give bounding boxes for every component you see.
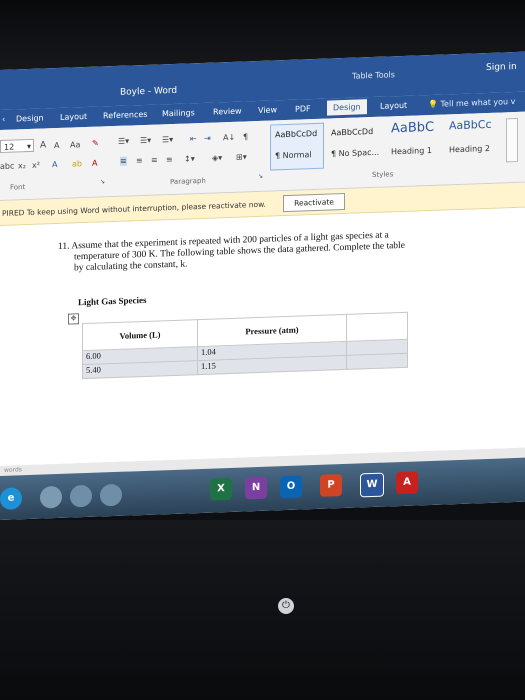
infobar-message: PIRED To keep using Word without interru… [2,199,266,218]
pilcrow-icon[interactable]: ¶ [243,132,248,141]
tell-me-search[interactable]: 💡 Tell me what you v [428,97,515,109]
sort-icon[interactable]: A↓ [223,133,235,142]
superscript-icon[interactable]: x² [32,161,40,170]
strikethrough-icon[interactable]: abc [0,161,14,171]
chevron-down-icon: ▾ [26,141,31,152]
onenote-icon[interactable]: N [245,476,267,500]
outlook-glyph: O [286,480,296,492]
font-size-select[interactable]: 12 ▾ [0,138,34,153]
shrink-font-icon[interactable]: A [54,141,59,150]
justify-icon[interactable]: ≡ [166,155,173,164]
lightbulb-icon: 💡 [428,99,438,110]
borders-icon[interactable]: ⊞▾ [236,152,247,161]
document-page[interactable]: 11. Assume that the experiment is repeat… [0,207,525,466]
increase-indent-icon[interactable]: ⇥ [204,134,211,143]
status-text: words [4,466,22,474]
style-name: ¶ Normal [275,150,312,161]
align-left-icon[interactable]: ≡ [120,156,127,166]
highlight-icon[interactable]: ab [72,159,82,168]
style-name: Heading 2 [449,143,490,155]
subscript-icon[interactable]: x₂ [18,161,26,170]
tab-view[interactable]: View [258,105,277,115]
tab-table-design[interactable]: Design [327,99,367,116]
style-heading-1[interactable]: AaBbC Heading 1 [386,118,444,166]
power-button-icon[interactable]: ⏻ [278,598,294,614]
style-sample: AaBbCcDd [275,128,318,140]
ie-icon[interactable]: e [0,487,22,510]
font-size-value: 12 [4,142,15,152]
text-effects-icon[interactable]: A [52,160,57,169]
outlook-icon[interactable]: O [280,475,302,499]
style-heading-2[interactable]: AaBbCc Heading 2 [444,116,504,164]
tab-table-layout[interactable]: Layout [380,101,407,111]
change-case-icon[interactable]: Aa [70,140,80,149]
multilevel-list-icon[interactable]: ☰▾ [162,135,173,144]
tab-review[interactable]: Review [213,107,242,117]
word-glyph: W [366,478,378,491]
paragraph-group-label: Paragraph [170,176,206,187]
question-text: 11. Assume that the experiment is repeat… [58,227,478,275]
table-cell[interactable]: 5.40 [82,360,198,379]
paragraph-dialog-launcher-icon[interactable]: ↘ [258,173,263,180]
tell-me-label: Tell me what you v [440,97,516,109]
powerpoint-icon[interactable]: P [320,474,342,497]
styles-gallery-scroll[interactable] [506,117,518,163]
app-circle-icon[interactable] [70,484,92,508]
reactivate-button[interactable]: Reactivate [283,192,345,213]
style-sample: AaBbCcDd [331,126,374,138]
tab-layout[interactable]: Layout [60,112,87,122]
table-tools-label: Table Tools [352,70,395,81]
ie-glyph: e [7,492,15,504]
acrobat-glyph: A [403,476,411,488]
excel-glyph: X [217,483,225,495]
table-move-handle-icon[interactable]: ✥ [68,313,79,325]
table-caption: Light Gas Species [78,294,147,308]
excel-icon[interactable]: X [210,477,232,501]
acrobat-icon[interactable]: A [396,471,418,495]
app-circle-icon[interactable] [40,485,62,509]
style-sample: AaBbCc [449,117,492,133]
powerpoint-glyph: P [327,479,335,491]
word-icon[interactable]: W [360,472,384,498]
style-normal[interactable]: AaBbCcDd ¶ Normal [270,122,324,171]
document-title: Boyle - Word [120,85,178,98]
header-constant[interactable] [346,312,408,342]
document-canvas: 11. Assume that the experiment is repeat… [0,207,525,466]
font-group-label: Font [10,183,26,192]
style-no-spacing[interactable]: AaBbCcDd ¶ No Spac... [326,121,384,169]
table-cell[interactable] [346,353,408,370]
font-color-icon[interactable]: A [92,159,97,168]
decrease-indent-icon[interactable]: ⇤ [190,134,197,143]
bullets-icon[interactable]: ☰▾ [118,136,129,145]
grow-font-icon[interactable]: A [40,140,46,150]
monitor-screen: Boyle - Word Table Tools Sign in ‹ Desig… [0,51,525,520]
header-volume[interactable]: Volume (L) [82,319,198,351]
style-name: Heading 1 [391,145,432,157]
shading-icon[interactable]: ◈▾ [212,153,222,162]
style-name: ¶ No Spac... [331,147,380,159]
sign-in-link[interactable]: Sign in [486,62,517,73]
tab-references[interactable]: References [103,110,147,121]
tab-design: ‹ [2,114,6,124]
clear-formatting-icon[interactable]: ✎ [92,139,99,148]
tab-pdf[interactable]: PDF [295,104,311,114]
data-table: Volume (L) Pressure (atm) 6.00 1.04 5.40… [82,312,408,379]
numbering-icon[interactable]: ☰▾ [140,136,151,145]
tab-design[interactable]: Design [16,113,44,123]
align-center-icon[interactable]: ≡ [136,156,143,165]
align-right-icon[interactable]: ≡ [151,155,158,164]
app-circle-icon[interactable] [100,483,122,507]
onenote-glyph: N [251,481,261,494]
font-dialog-launcher-icon[interactable]: ↘ [100,178,105,185]
background-bottom [0,520,525,700]
styles-group-label: Styles [372,170,394,180]
tab-mailings[interactable]: Mailings [162,108,195,118]
style-sample: AaBbC [391,119,435,137]
line-spacing-icon[interactable]: ↕▾ [184,154,195,163]
